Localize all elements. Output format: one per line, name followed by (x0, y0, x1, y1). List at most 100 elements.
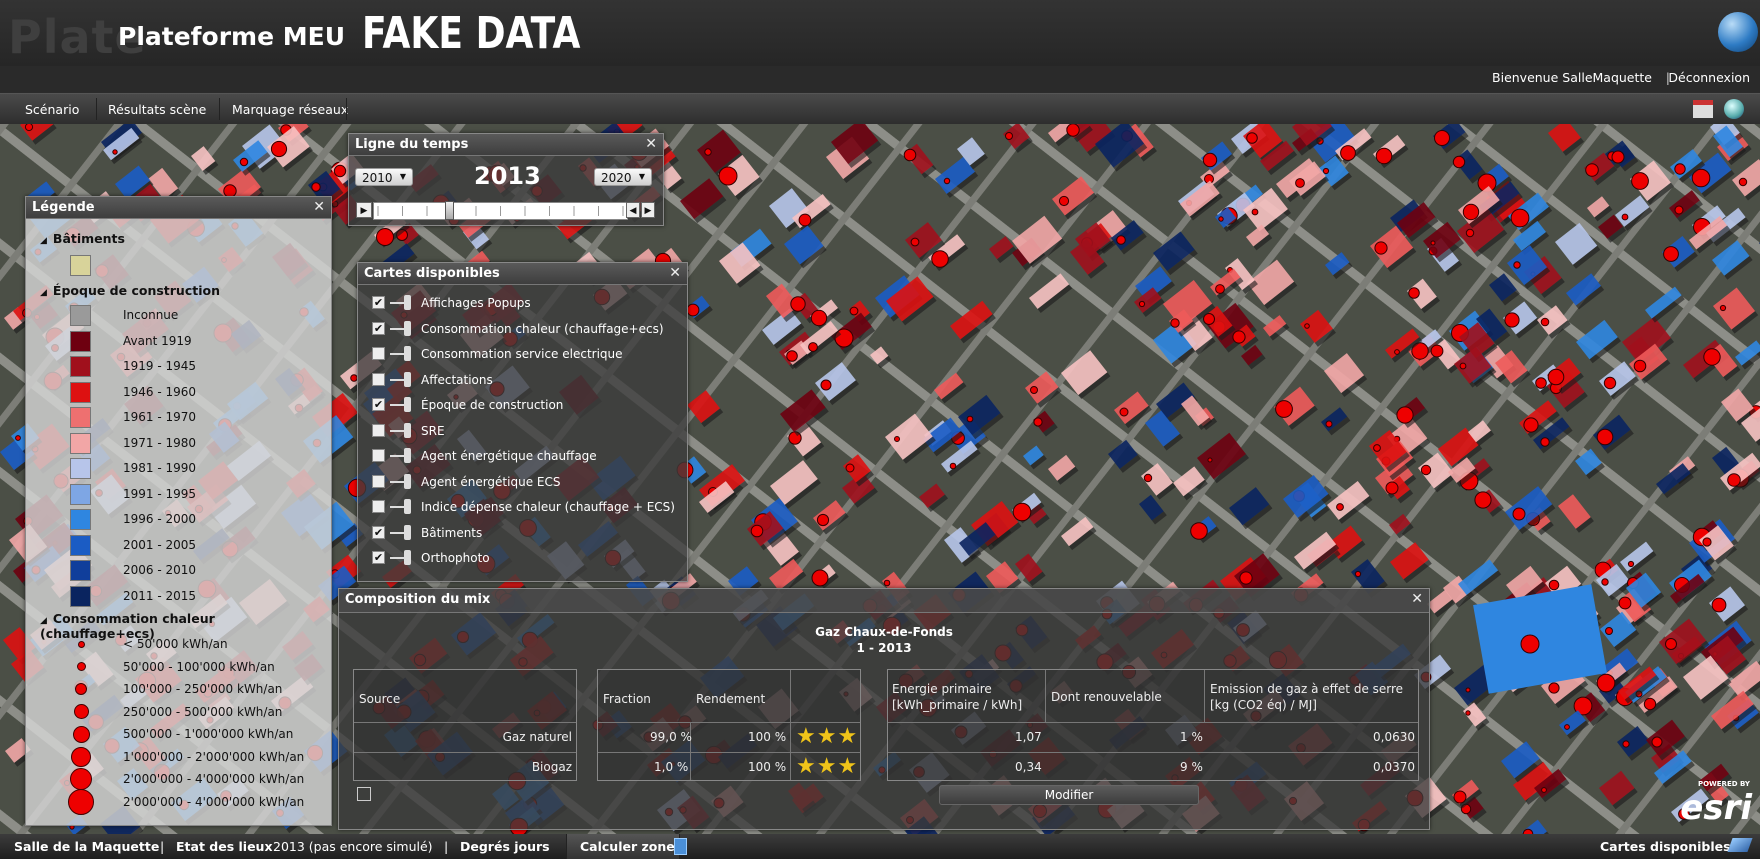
legend-title: Légende (26, 197, 331, 219)
mix-composition-panel: Composition du mix ✕ Gaz Chaux-de-Fonds … (338, 588, 1430, 830)
layer-item[interactable]: ✔ Époque de construction (372, 395, 682, 417)
fraction-table: Fraction Rendement 99,0 % 100 % ★★★ 1,0 … (597, 669, 861, 781)
color-swatch (70, 585, 91, 607)
timeline-close-icon[interactable]: ✕ (645, 136, 657, 152)
opacity-slider-knob[interactable] (404, 550, 411, 565)
opacity-slider-line (390, 429, 404, 432)
circle-icon (72, 725, 90, 743)
opacity-slider-line (390, 455, 404, 457)
row-emission: 0,0630 (1373, 730, 1415, 744)
opacity-slider-knob[interactable] (404, 499, 411, 514)
layer-item[interactable]: Agent énergétique ECS (372, 472, 682, 494)
status-separator: | (444, 839, 449, 854)
layer-checkbox[interactable]: ✔ (372, 321, 385, 335)
color-swatch (70, 560, 91, 581)
layer-item[interactable]: ✔ Affichages Popups (372, 293, 682, 315)
opacity-slider-knob[interactable] (404, 524, 411, 540)
opacity-slider-line (390, 327, 404, 330)
layer-checkbox[interactable]: ✔ (372, 398, 385, 411)
source-table: Source Gaz naturel Biogaz (353, 669, 577, 781)
layer-item[interactable]: ✔ Consommation chaleur (chauffage+ecs) (372, 319, 682, 341)
circle-icon (71, 746, 91, 767)
color-swatch (70, 534, 91, 556)
layer-item[interactable]: ✔ Bâtiments (372, 523, 682, 545)
status-bar: Salle de la Maquette | Etat des lieux 20… (0, 834, 1760, 859)
menu-item-resultats-scene[interactable]: Résultats scène (108, 102, 206, 117)
layer-checkbox[interactable]: ✔ (372, 296, 385, 309)
opacity-slider-knob[interactable] (404, 397, 411, 412)
layer-item[interactable]: Indice dépense chaleur (chauffage + ECS) (372, 497, 682, 519)
year-slider-track[interactable] (373, 202, 628, 220)
calculer-zone-button[interactable]: Calculer zone (580, 839, 675, 854)
layer-checkbox[interactable] (372, 449, 385, 462)
globe-settings-icon[interactable] (1724, 99, 1744, 119)
layer-item[interactable]: SRE (372, 421, 682, 443)
opacity-slider-knob[interactable] (404, 371, 411, 387)
opacity-slider-knob[interactable] (404, 320, 411, 336)
legend-panel: Légende ✕ ◢ Bâtiments ◢ Époque de construct… (25, 196, 332, 826)
row-rendement: 100 % (748, 730, 787, 744)
layer-checkbox[interactable] (372, 372, 385, 386)
modify-button[interactable]: Modifier (939, 785, 1199, 805)
degres-jours-link[interactable]: Degrés jours (460, 839, 550, 854)
circle-icon (70, 768, 92, 790)
layer-checkbox[interactable] (372, 500, 385, 513)
menu-bar: Scénario Résultats scène Marquage réseau… (0, 93, 1760, 124)
layer-checkbox[interactable] (372, 347, 385, 360)
logout-link[interactable]: Déconnexion (1668, 70, 1750, 85)
step-forward-button[interactable]: ▶ (641, 202, 655, 218)
header-energie-unit: [kWh_primaire / kWh] (892, 698, 1023, 712)
opacity-slider-knob[interactable] (404, 295, 411, 310)
available-maps-panel: Cartes disponibles ✕ ✔ Affichages Popups ✔… (357, 262, 688, 582)
mix-close-icon[interactable]: ✕ (1411, 591, 1423, 607)
opacity-slider-line (390, 531, 404, 534)
play-button[interactable]: ▶ (356, 202, 372, 218)
header-source: Source (359, 692, 401, 706)
fake-data-banner: FAKE DATA (362, 8, 581, 59)
header-renouvelable: Dont renouvelable (1051, 690, 1162, 704)
esri-logo: POWERED BY esri (1680, 780, 1752, 828)
layer-item[interactable]: Agent énergétique chauffage (372, 446, 682, 468)
layers-icon[interactable] (1727, 838, 1753, 852)
header-emission: Emission de gaz à effet de serre (1210, 682, 1404, 696)
available-maps-button[interactable]: Cartes disponibles (1600, 839, 1731, 854)
color-swatch (70, 407, 91, 428)
opacity-slider-knob[interactable] (404, 473, 411, 489)
legend-section-epoch[interactable]: ◢ Époque de construction (40, 283, 220, 298)
opacity-slider-knob[interactable] (404, 346, 411, 361)
calendar-icon[interactable] (1693, 100, 1713, 118)
layer-checkbox[interactable]: ✔ (372, 525, 385, 539)
layer-item[interactable]: ✔ Orthophoto (372, 548, 682, 570)
end-year-select[interactable]: 2020 ▼ (594, 168, 652, 186)
year-slider-thumb[interactable] (444, 201, 454, 220)
layer-item[interactable]: Affectations (372, 370, 682, 392)
slider-ticks (377, 206, 624, 216)
menu-item-scenario[interactable]: Scénario (25, 102, 79, 117)
layer-item[interactable]: Consommation service electrique (372, 344, 682, 366)
header-emission-unit: [kg (CO2 éq) / MJ] (1210, 698, 1317, 712)
legend-section-buildings[interactable]: ◢ Bâtiments (40, 231, 125, 246)
layer-checkbox[interactable] (372, 474, 385, 488)
row-source: Biogaz (531, 760, 572, 774)
step-back-button[interactable]: ◀ (626, 202, 640, 218)
chevron-down-icon: ▼ (638, 172, 645, 181)
opacity-slider-knob[interactable] (404, 422, 411, 438)
menu-item-marquage-reseaux[interactable]: Marquage réseaux (232, 102, 348, 117)
layer-checkbox[interactable]: ✔ (372, 551, 385, 564)
color-swatch (70, 509, 91, 530)
add-source-icon[interactable] (357, 787, 371, 801)
header-rendement: Rendement (696, 692, 766, 706)
start-year-select[interactable]: 2010 ▼ (355, 168, 413, 186)
menu-divider (219, 98, 220, 120)
color-swatch (70, 458, 91, 479)
available-maps-close-icon[interactable]: ✕ (669, 265, 681, 281)
layer-checkbox[interactable] (372, 423, 385, 437)
color-swatch (70, 381, 91, 403)
rating-stars-icon: ★★★ (796, 754, 859, 779)
scene-name: Salle de la Maquette (14, 839, 160, 854)
opacity-slider-knob[interactable] (404, 448, 411, 463)
row-fraction: 99,0 % (650, 730, 692, 744)
welcome-text: Bienvenue SalleMaquette (1492, 70, 1652, 85)
mix-title: Composition du mix (339, 589, 1429, 613)
legend-close-icon[interactable]: ✕ (313, 199, 325, 215)
